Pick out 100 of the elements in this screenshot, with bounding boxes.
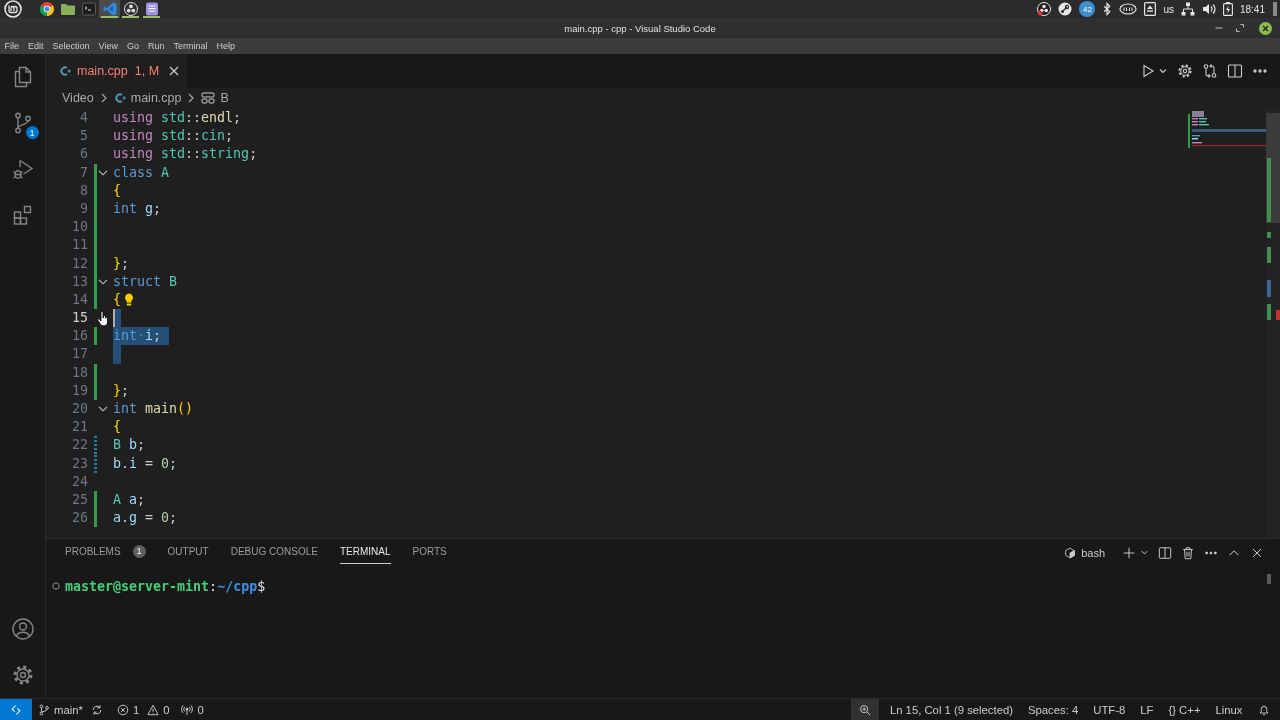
line-number: 8: [79, 181, 88, 200]
code-line: a.g = 0;: [113, 509, 178, 528]
panel-tab[interactable]: OUTPUT: [167, 539, 209, 564]
menu-item[interactable]: Go: [122, 38, 144, 54]
menu-item[interactable]: Run: [143, 38, 169, 54]
minimize-icon[interactable]: [1215, 24, 1223, 32]
panel-tab[interactable]: PROBLEMS 1: [65, 539, 146, 564]
compare-icon[interactable]: [1202, 63, 1218, 79]
code-line: using std::string;: [113, 145, 258, 164]
window-title: main.cpp - cpp - Visual Studio Code: [564, 22, 716, 34]
line-number: 24: [71, 472, 88, 491]
fold-chevron-icon[interactable]: [98, 406, 108, 413]
line-number: 12: [71, 254, 88, 273]
delete-icon[interactable]: [1181, 545, 1195, 560]
clock[interactable]: 18:41: [1239, 3, 1265, 15]
run-debug-icon[interactable]: [10, 157, 35, 181]
panel-tab[interactable]: DEBUG CONSOLE: [230, 539, 318, 564]
volume-icon[interactable]: [1201, 2, 1216, 16]
code-editor-icon: [102, 2, 117, 16]
menu-item[interactable]: Edit: [23, 38, 49, 54]
fold-chevron-icon[interactable]: [98, 169, 108, 176]
line-number: 21: [71, 418, 88, 437]
launcher-button[interactable]: [141, 0, 162, 18]
line-number: 22: [71, 436, 88, 455]
zoom-icon: [859, 703, 872, 716]
battery-icon[interactable]: [1222, 2, 1233, 16]
scrollbar[interactable]: [1267, 574, 1271, 584]
menu-item[interactable]: Help: [211, 38, 240, 54]
ports-button[interactable]: 0: [175, 699, 210, 720]
split-editor-icon[interactable]: [1227, 63, 1243, 79]
close-icon[interactable]: [1259, 21, 1272, 35]
chevron-down-icon[interactable]: [1140, 548, 1149, 557]
breadcrumb-item[interactable]: B: [201, 91, 229, 105]
line-number: 20: [71, 400, 88, 418]
minimap[interactable]: [1188, 110, 1266, 150]
code-line: b.i = 0;: [113, 454, 178, 473]
circle-marker-icon[interactable]: [52, 582, 60, 590]
antenna-icon: [181, 703, 194, 716]
menu-item[interactable]: View: [94, 38, 123, 54]
bluetooth-icon[interactable]: [1102, 2, 1113, 16]
language-mode-button[interactable]: {} C++: [1160, 699, 1208, 720]
chevron-right-icon: [187, 93, 196, 103]
line-number: 4: [79, 109, 88, 127]
recording-tray-icon[interactable]: [1037, 2, 1052, 16]
lightbulb-icon[interactable]: [124, 293, 134, 307]
menu-item[interactable]: Terminal: [168, 38, 212, 54]
breadcrumb-item[interactable]: Video: [62, 91, 94, 105]
line-number: 18: [71, 363, 88, 382]
code-line: B b;: [113, 436, 146, 455]
problems-count-badge: 1: [132, 544, 146, 558]
eject-icon[interactable]: [1144, 2, 1157, 16]
status-item[interactable]: Spaces: 4: [1020, 699, 1086, 720]
settings-icon[interactable]: [1177, 63, 1193, 79]
split-terminal-icon[interactable]: [1158, 545, 1172, 560]
close-icon[interactable]: [169, 66, 180, 76]
panel-tab[interactable]: PORTS: [412, 539, 447, 564]
oval-logo-tray-icon[interactable]: [1119, 3, 1138, 15]
folder-icon: [60, 2, 75, 16]
menu-item[interactable]: File: [0, 38, 24, 54]
branch-button[interactable]: main*: [32, 699, 89, 720]
status-item[interactable]: LF: [1132, 699, 1161, 720]
breadcrumb-item[interactable]: main.cpp: [113, 91, 182, 105]
account-icon[interactable]: [10, 617, 35, 641]
warning-icon: [147, 703, 160, 716]
sync-icon[interactable]: [90, 703, 103, 716]
problems-button[interactable]: 1 0: [110, 699, 176, 720]
line-number: 26: [71, 509, 88, 528]
browser-icon: [39, 2, 54, 16]
tab-status-text: 1, M: [134, 64, 160, 78]
code-line: };: [113, 254, 130, 273]
menu-logo-icon[interactable]: [4, 0, 22, 18]
run-icon[interactable]: [1140, 63, 1156, 79]
line-number: 9: [79, 199, 88, 218]
add-icon[interactable]: [1122, 545, 1136, 560]
launcher-button[interactable]: [120, 0, 141, 18]
terminal-profile-button[interactable]: bash: [1064, 546, 1105, 559]
status-item[interactable]: Ln 15, Col 1 (9 selected): [882, 699, 1021, 720]
fold-chevron-icon[interactable]: [98, 278, 108, 285]
status-item[interactable]: UTF-8: [1085, 699, 1133, 720]
code-line: struct B: [113, 272, 178, 291]
branch-icon: [38, 703, 50, 716]
round-app-tray-icon[interactable]: [1058, 2, 1073, 16]
line-number: 11: [71, 236, 88, 255]
panel-tab[interactable]: TERMINAL: [339, 539, 391, 564]
chevron-down-icon[interactable]: [1158, 66, 1168, 76]
code-line: using std::endl;: [113, 109, 242, 127]
text-cursor: [113, 309, 115, 328]
hand-pointer-icon: [97, 311, 109, 327]
maximize-icon[interactable]: [1236, 24, 1244, 32]
menu-item[interactable]: Selection: [48, 38, 95, 54]
line-number: 16: [71, 327, 88, 346]
line-number: 7: [79, 163, 88, 182]
network-icon[interactable]: [1180, 2, 1195, 16]
zoom-button[interactable]: [851, 699, 880, 720]
code-line: A a;: [113, 490, 146, 509]
notification-badge: 1: [25, 126, 39, 139]
status-item[interactable]: Linux: [1208, 699, 1250, 720]
notifications-icon[interactable]: [1258, 703, 1270, 716]
editor-tab[interactable]: main.cpp 1, M: [46, 54, 188, 88]
keyboard-layout-button[interactable]: us: [1163, 3, 1174, 15]
